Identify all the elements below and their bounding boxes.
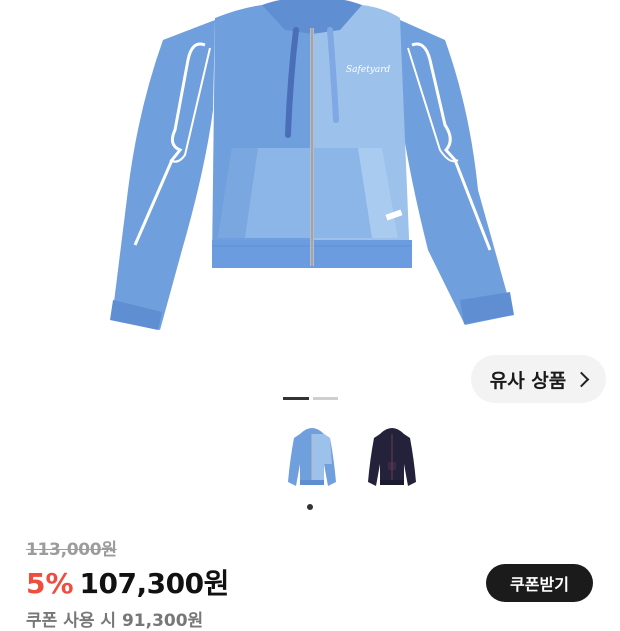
selected-color-indicator [307,504,313,510]
coupon-price-note: 쿠폰 사용 시 91,300원 [26,611,204,631]
product-image[interactable]: Safetyard [0,0,620,345]
sale-price: 107,300원 [79,567,230,600]
pager-indicator-active [283,397,309,400]
hoodie-illustration: Safetyard [110,0,514,330]
discount-rate: 5% [26,567,74,600]
blue-hoodie-thumbnail [288,428,336,486]
original-price: 113,000원 [26,540,117,560]
chest-logo: Safetyard [346,65,391,75]
chevron-right-icon [573,371,590,388]
get-coupon-button[interactable]: 쿠폰받기 [486,564,593,602]
color-option-blue[interactable] [282,424,342,494]
similar-products-label: 유사 상품 [489,369,567,392]
navy-hoodie-thumbnail [368,428,416,486]
price-row: 5% 107,300원 [26,562,229,602]
color-option-navy[interactable] [362,424,422,494]
pager-indicator [313,397,338,400]
similar-products-button[interactable]: 유사 상품 [471,355,606,403]
